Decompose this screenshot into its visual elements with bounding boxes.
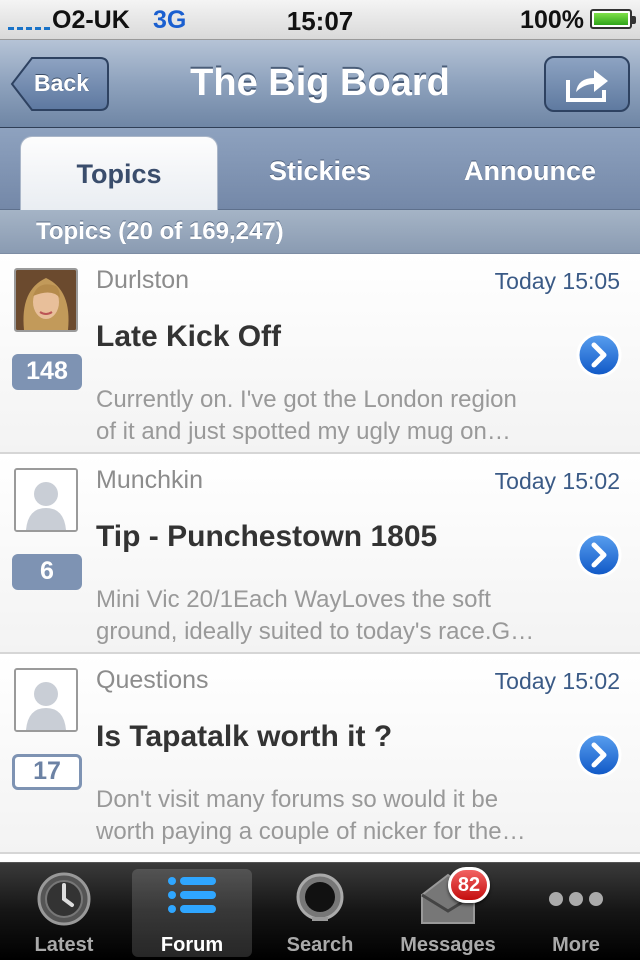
chevron-right-icon[interactable]	[576, 732, 622, 778]
snippet-line: ground, ideally suited to today's race.G…	[96, 618, 535, 645]
topic-snippet: Don't visit many forums so would it be w…	[96, 784, 576, 848]
topic-title: Tip - Punchestown 1805	[96, 520, 438, 553]
status-bar: O2-UK 3G 15:07 100%	[0, 0, 640, 40]
topic-time: Today 15:05	[494, 268, 620, 294]
tab-label: Forum	[160, 934, 224, 956]
clock-icon	[37, 872, 91, 926]
avatar	[14, 668, 78, 732]
topic-tabs: Topics Stickies Announce	[0, 128, 640, 210]
snippet-line: Currently on. I've got the London region	[96, 386, 517, 413]
topic-snippet: Mini Vic 20/1Each WayLoves the soft grou…	[96, 584, 576, 648]
tab-announce[interactable]: Announce	[420, 156, 640, 187]
avatar	[14, 468, 78, 532]
share-icon	[566, 70, 608, 102]
topic-title: Late Kick Off	[96, 320, 282, 353]
topic-author: Munchkin	[96, 466, 203, 494]
snippet-line: Don't visit many forums so would it be	[96, 786, 499, 813]
tab-label: Latest	[34, 934, 94, 956]
tab-messages[interactable]: 82 Messages	[384, 863, 512, 960]
tab-latest[interactable]: Latest	[0, 863, 128, 960]
tab-stickies[interactable]: Stickies	[220, 156, 420, 187]
tab-bar: Latest Forum Search 82 Messages More	[0, 862, 640, 960]
section-header: Topics (20 of 169,247)	[0, 210, 640, 254]
tab-forum[interactable]: Forum	[132, 869, 252, 957]
reply-count: 6	[12, 554, 82, 590]
list-icon	[168, 877, 216, 913]
tab-label: Messages	[400, 934, 496, 956]
topic-row[interactable]: 17 Questions Today 15:02 Is Tapatalk wor…	[0, 654, 640, 854]
snippet-line: Mini Vic 20/1Each WayLoves the soft	[96, 586, 491, 613]
reply-count: 148	[12, 354, 82, 390]
topic-list: 148 Durlston Today 15:05 Late Kick Off C…	[0, 254, 640, 854]
tab-search[interactable]: Search	[256, 863, 384, 960]
avatar	[14, 268, 78, 332]
more-dots-icon	[549, 892, 603, 906]
tab-label: More	[552, 934, 600, 956]
tab-label: Search	[286, 934, 354, 956]
battery-icon	[590, 9, 636, 29]
share-button[interactable]	[544, 56, 630, 112]
battery-percent: 100%	[520, 6, 584, 34]
tab-topics[interactable]: Topics	[20, 136, 218, 210]
topic-row[interactable]: 6 Munchkin Today 15:02 Tip - Punchestown…	[0, 454, 640, 654]
tab-more[interactable]: More	[512, 863, 640, 960]
topic-row[interactable]: 148 Durlston Today 15:05 Late Kick Off C…	[0, 254, 640, 454]
topic-time: Today 15:02	[494, 668, 620, 694]
snippet-line: of it and just spotted my ugly mug on…	[96, 418, 511, 445]
reply-count: 17	[12, 754, 82, 790]
snippet-line: worth paying a couple of nicker for the…	[96, 818, 526, 845]
chevron-right-icon[interactable]	[576, 332, 622, 378]
topic-title: Is Tapatalk worth it ?	[96, 720, 393, 753]
chevron-right-icon[interactable]	[576, 532, 622, 578]
search-icon	[296, 873, 344, 921]
unread-badge: 82	[448, 867, 490, 903]
topic-author: Questions	[96, 666, 209, 694]
topic-snippet: Currently on. I've got the London region…	[96, 384, 576, 448]
topic-author: Durlston	[96, 266, 190, 294]
topic-time: Today 15:02	[494, 468, 620, 494]
navigation-bar: Back The Big Board	[0, 40, 640, 128]
